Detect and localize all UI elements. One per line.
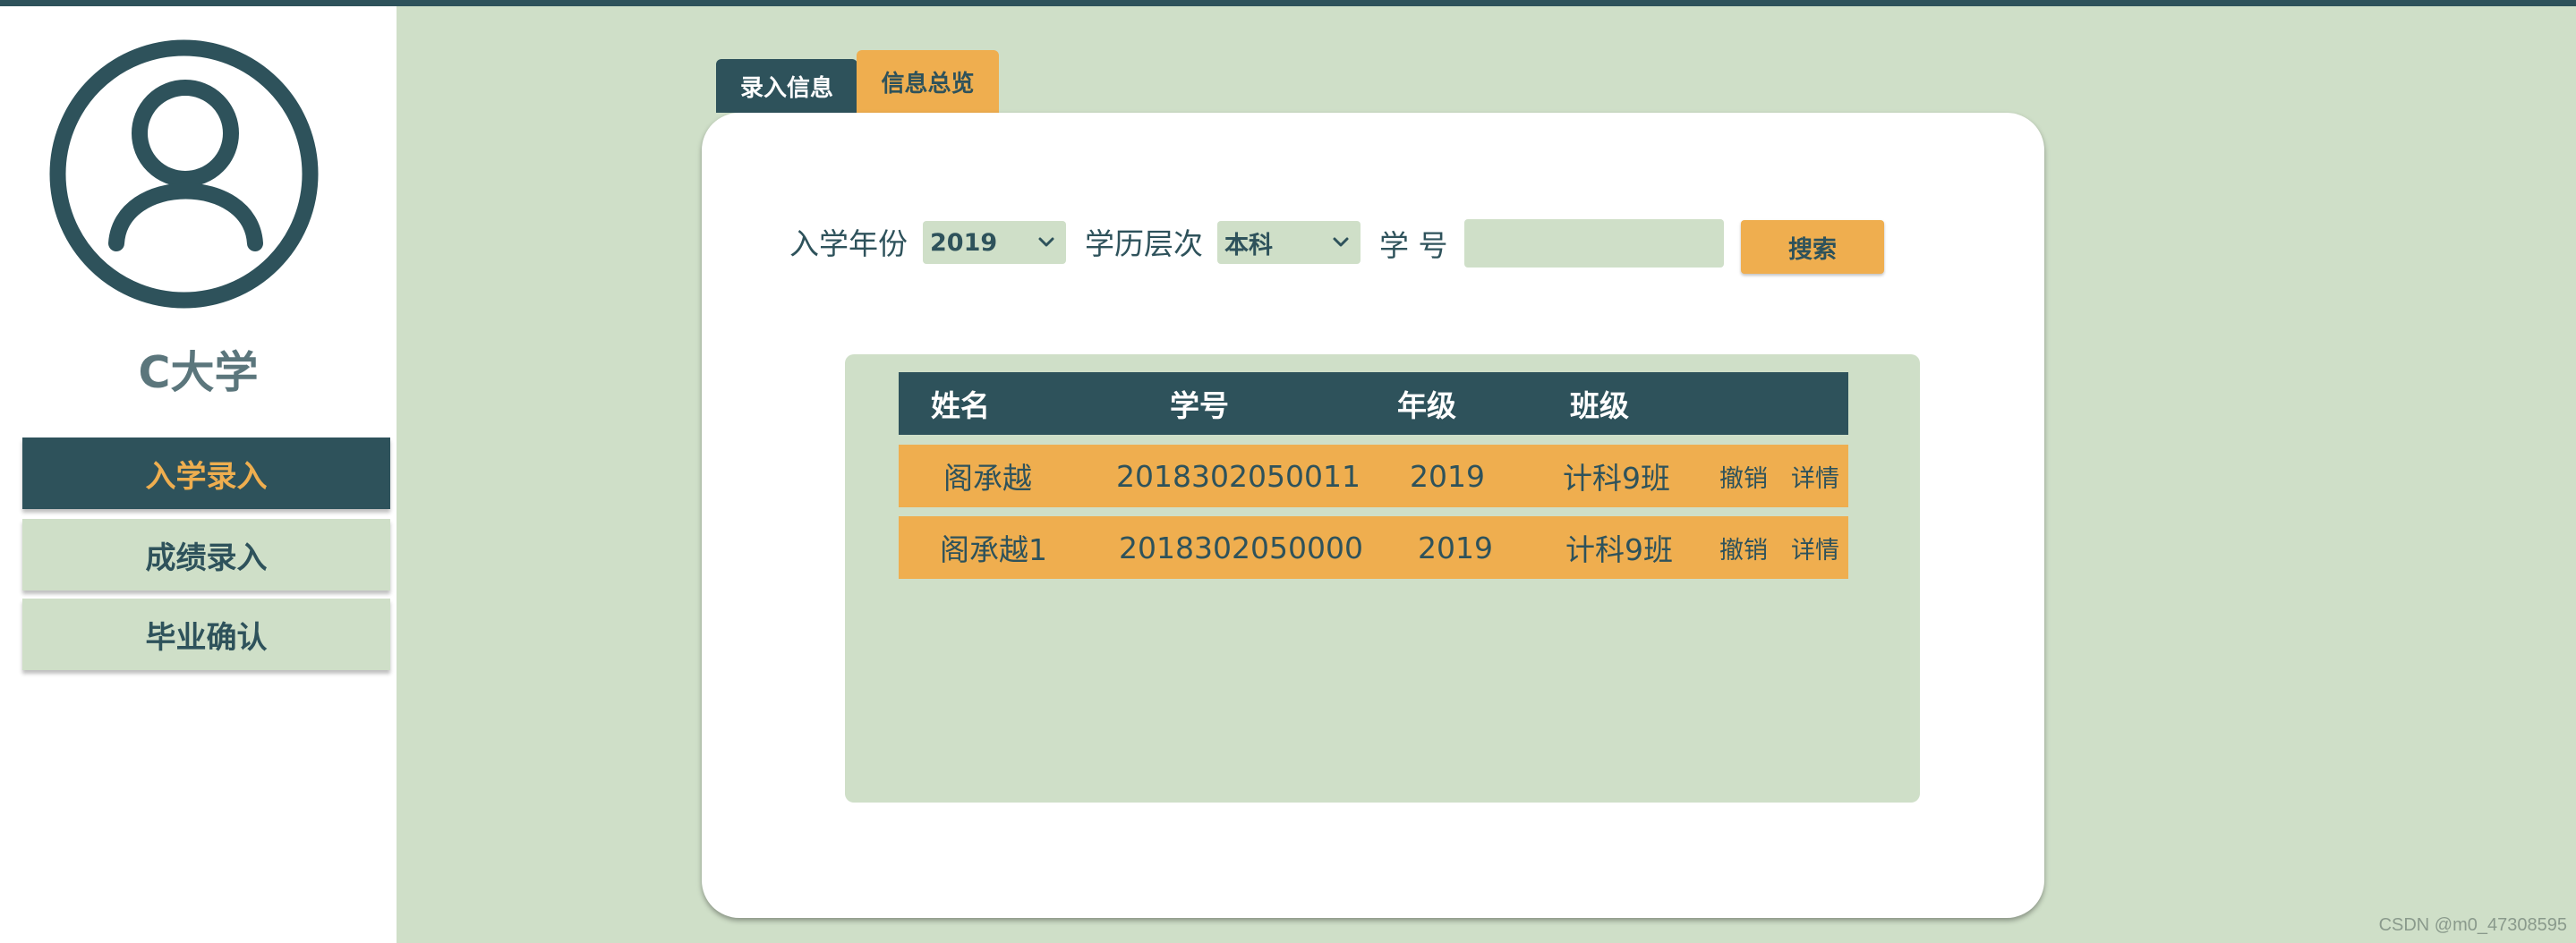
table-row: 阁承越 2018302050011 2019 计科9班 撤销 详情 <box>899 445 1848 507</box>
cell-name: 阁承越 <box>943 461 1032 496</box>
nav-enrollment-entry[interactable]: 入学录入 <box>22 438 390 509</box>
university-name: C大学 <box>138 347 259 398</box>
cell-student-id: 2018302050011 <box>1116 458 1361 494</box>
revoke-button[interactable]: 撤销 <box>1719 516 1768 579</box>
results-panel: 姓名 学号 年级 班级 阁承越 2018302050011 2019 计科9班 … <box>845 354 1920 803</box>
main-card: 入学年份 2019 学历层次 本科 学 号 搜索 姓名 学号 年级 班级 阁承越… <box>702 113 2044 918</box>
header-name: 姓名 <box>931 388 990 423</box>
detail-button[interactable]: 详情 <box>1791 445 1839 507</box>
cell-student-id: 2018302050000 <box>1119 530 1363 565</box>
table-row: 阁承越1 2018302050000 2019 计科9班 撤销 详情 <box>899 516 1848 579</box>
cell-class: 计科9班 <box>1565 532 1673 567</box>
watermark: CSDN @m0_47308595 <box>2378 915 2567 935</box>
cell-grade: 2019 <box>1410 458 1485 494</box>
student-id-input[interactable] <box>1464 219 1724 268</box>
tab-info-overview[interactable]: 信息总览 <box>857 50 999 113</box>
table-header: 姓名 学号 年级 班级 <box>899 372 1848 435</box>
header-grade: 年级 <box>1397 388 1456 423</box>
level-select-value: 本科 <box>1224 231 1273 259</box>
detail-button[interactable]: 详情 <box>1791 516 1839 579</box>
level-select[interactable]: 本科 <box>1217 221 1361 264</box>
revoke-button[interactable]: 撤销 <box>1719 445 1768 507</box>
year-select[interactable]: 2019 <box>923 221 1066 264</box>
cell-grade: 2019 <box>1418 530 1493 565</box>
cell-class: 计科9班 <box>1563 461 1670 496</box>
chevron-down-icon <box>1333 237 1349 247</box>
header-class: 班级 <box>1570 388 1629 423</box>
student-id-label: 学 号 <box>1379 228 1448 263</box>
top-bar <box>0 0 2576 6</box>
user-avatar-icon <box>49 39 319 309</box>
chevron-down-icon <box>1038 237 1054 247</box>
year-select-value: 2019 <box>930 228 998 257</box>
nav-graduation-confirm[interactable]: 毕业确认 <box>22 599 390 670</box>
nav-grade-entry[interactable]: 成绩录入 <box>22 519 390 590</box>
cell-name: 阁承越1 <box>940 532 1047 567</box>
sidebar: C大学 入学录入 成绩录入 毕业确认 <box>0 6 397 943</box>
header-student-id: 学号 <box>1170 388 1229 423</box>
search-button[interactable]: 搜索 <box>1741 220 1884 274</box>
year-label: 入学年份 <box>789 226 908 261</box>
tab-entry-info[interactable]: 录入信息 <box>716 59 857 113</box>
level-label: 学历层次 <box>1085 226 1203 261</box>
